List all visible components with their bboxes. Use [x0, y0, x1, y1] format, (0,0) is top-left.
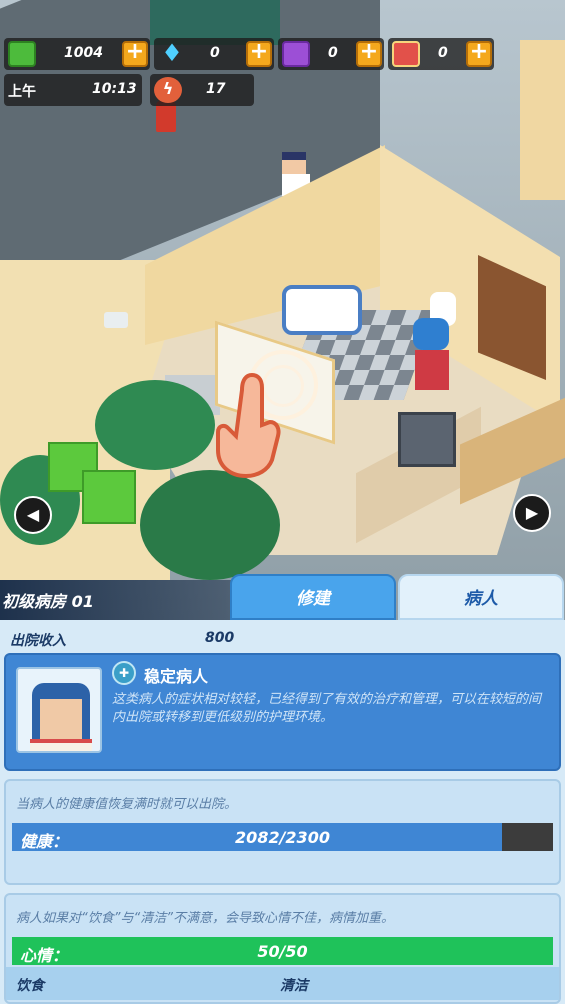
- book-icon: [282, 41, 310, 67]
- time-period: 上午: [8, 84, 36, 100]
- green-cube: [82, 470, 136, 524]
- add-gems-button[interactable]: +: [246, 41, 272, 67]
- clock-time: 10:13: [92, 81, 137, 97]
- energy-counter: ϟ 17: [150, 74, 254, 106]
- patient-status-card: ✚ 稳定病人 这类病人的症状相对较轻，已经得到了有效的治疗和管理，可以在较短的间…: [4, 653, 561, 771]
- television[interactable]: [398, 412, 456, 467]
- tab-patient[interactable]: 病人: [398, 574, 564, 620]
- gem-value: 0: [210, 45, 220, 61]
- factor-cleaning[interactable]: 清洁: [280, 975, 308, 995]
- room-name: 初级病房 01: [2, 592, 94, 611]
- mood-value: 50/50: [257, 942, 308, 961]
- sink[interactable]: [282, 285, 362, 335]
- discharge-income-label: 出院收入: [10, 633, 66, 649]
- book-value: 0: [328, 45, 338, 61]
- cash-counter: 1004 +: [4, 38, 150, 70]
- discharge-income-value: 800: [205, 630, 235, 646]
- mood-section: 病人如果对“饮食”与“清洁”不满意，会导致心情不佳，病情加重。 心情： 50/5…: [4, 893, 561, 1004]
- game-scene[interactable]: 1004 + ♦ 0 + 0 + 0 + 上午 10:13 ϟ 17 ◀ ▶: [0, 0, 565, 620]
- status-icon: ✚: [112, 661, 136, 685]
- card-icon: [392, 41, 420, 67]
- diamond-icon: ♦: [161, 39, 183, 67]
- mood-bar: 心情： 50/50: [12, 937, 553, 965]
- patient-character[interactable]: [413, 318, 451, 396]
- health-section: 当病人的健康值恢复满时就可以出院。 健康： 2082/2300: [4, 779, 561, 885]
- add-books-button[interactable]: +: [356, 41, 382, 67]
- health-bar: 健康： 2082/2300: [12, 823, 553, 851]
- gem-counter: ♦ 0 +: [154, 38, 274, 70]
- health-value: 2082/2300: [235, 828, 330, 847]
- status-title: 稳定病人: [144, 667, 209, 686]
- add-cards-button[interactable]: +: [466, 41, 492, 67]
- security-camera: [104, 312, 128, 328]
- health-hint: 当病人的健康值恢复满时就可以出院。: [16, 797, 238, 812]
- status-description: 这类病人的症状相对较轻，已经得到了有效的治疗和管理，可以在较短的间内出院或转移到…: [112, 692, 542, 725]
- chevron-right-icon[interactable]: ▶: [513, 494, 551, 532]
- plant: [140, 470, 280, 580]
- clock: 上午 10:13: [4, 74, 142, 106]
- avatar: [16, 667, 102, 753]
- tap-hand-icon: [212, 370, 282, 480]
- neighbor-building: [520, 40, 565, 200]
- mood-hint: 病人如果对“饮食”与“清洁”不满意，会导致心情不佳，病情加重。: [16, 911, 394, 926]
- card-counter: 0 +: [388, 38, 494, 70]
- plant: [95, 380, 215, 470]
- tab-build[interactable]: 修建: [230, 574, 396, 620]
- factor-food[interactable]: 饮食: [16, 975, 44, 995]
- book-counter: 0 +: [278, 38, 384, 70]
- chevron-left-icon[interactable]: ◀: [14, 496, 52, 534]
- cash-value: 1004: [64, 45, 103, 61]
- lightning-icon: ϟ: [154, 77, 182, 103]
- card-value: 0: [438, 45, 448, 61]
- add-cash-button[interactable]: +: [122, 41, 148, 67]
- cash-icon: [8, 41, 36, 67]
- mood-factors: 饮食 清洁: [6, 967, 559, 1000]
- energy-value: 17: [206, 81, 226, 97]
